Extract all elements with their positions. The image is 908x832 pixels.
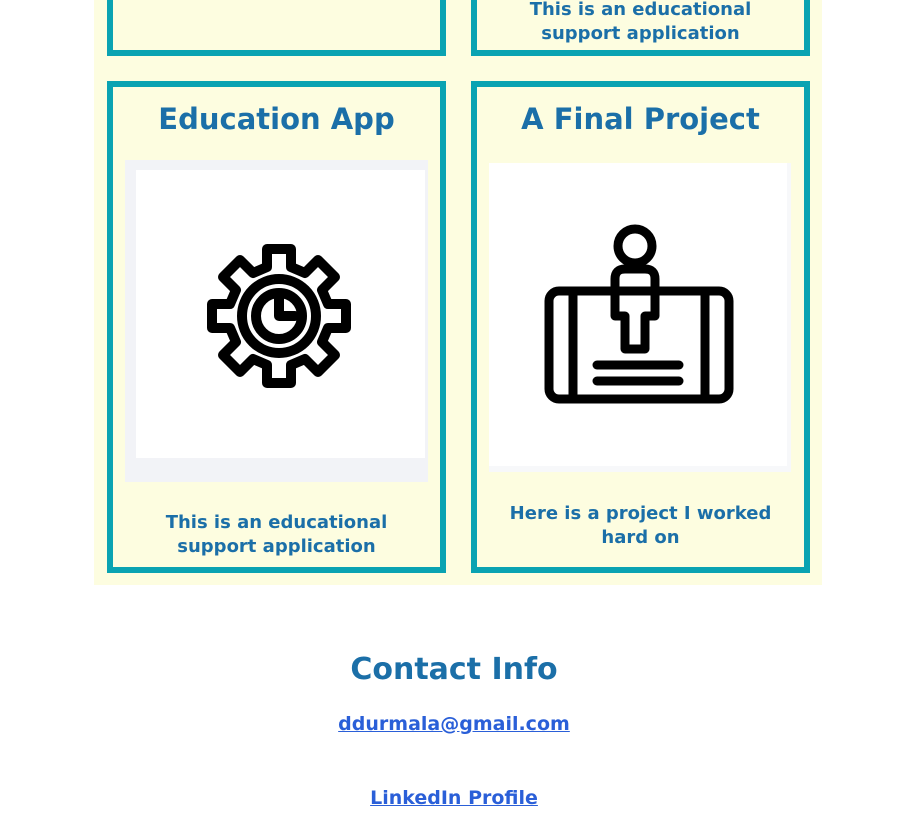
linkedin-link[interactable]: LinkedIn Profile <box>370 787 538 809</box>
project-title: Education App <box>158 102 395 136</box>
projects-panel: application This is an educational suppo… <box>94 0 822 585</box>
linkedin-link-container: LinkedIn Profile <box>0 787 908 809</box>
project-description: This is an educational support applicati… <box>165 512 388 557</box>
project-description: This is an educational support applicati… <box>529 0 752 44</box>
project-image <box>125 160 428 482</box>
gear-clock-icon <box>207 244 351 388</box>
project-card-final-project: A Final Project Here is a project I work… <box>471 81 810 573</box>
project-card: application <box>107 0 446 56</box>
project-description: Here is a project I worked hard on <box>509 503 772 548</box>
project-card: This is an educational support applicati… <box>471 0 810 56</box>
contact-title: Contact Info <box>350 652 558 687</box>
project-card-education-app: Education App This is an educational sup… <box>107 81 446 573</box>
person-on-device-icon <box>544 224 734 404</box>
project-title: A Final Project <box>521 102 760 136</box>
email-link-container: ddurmala@gmail.com <box>0 713 908 735</box>
project-image <box>489 163 791 472</box>
email-link[interactable]: ddurmala@gmail.com <box>338 713 570 735</box>
